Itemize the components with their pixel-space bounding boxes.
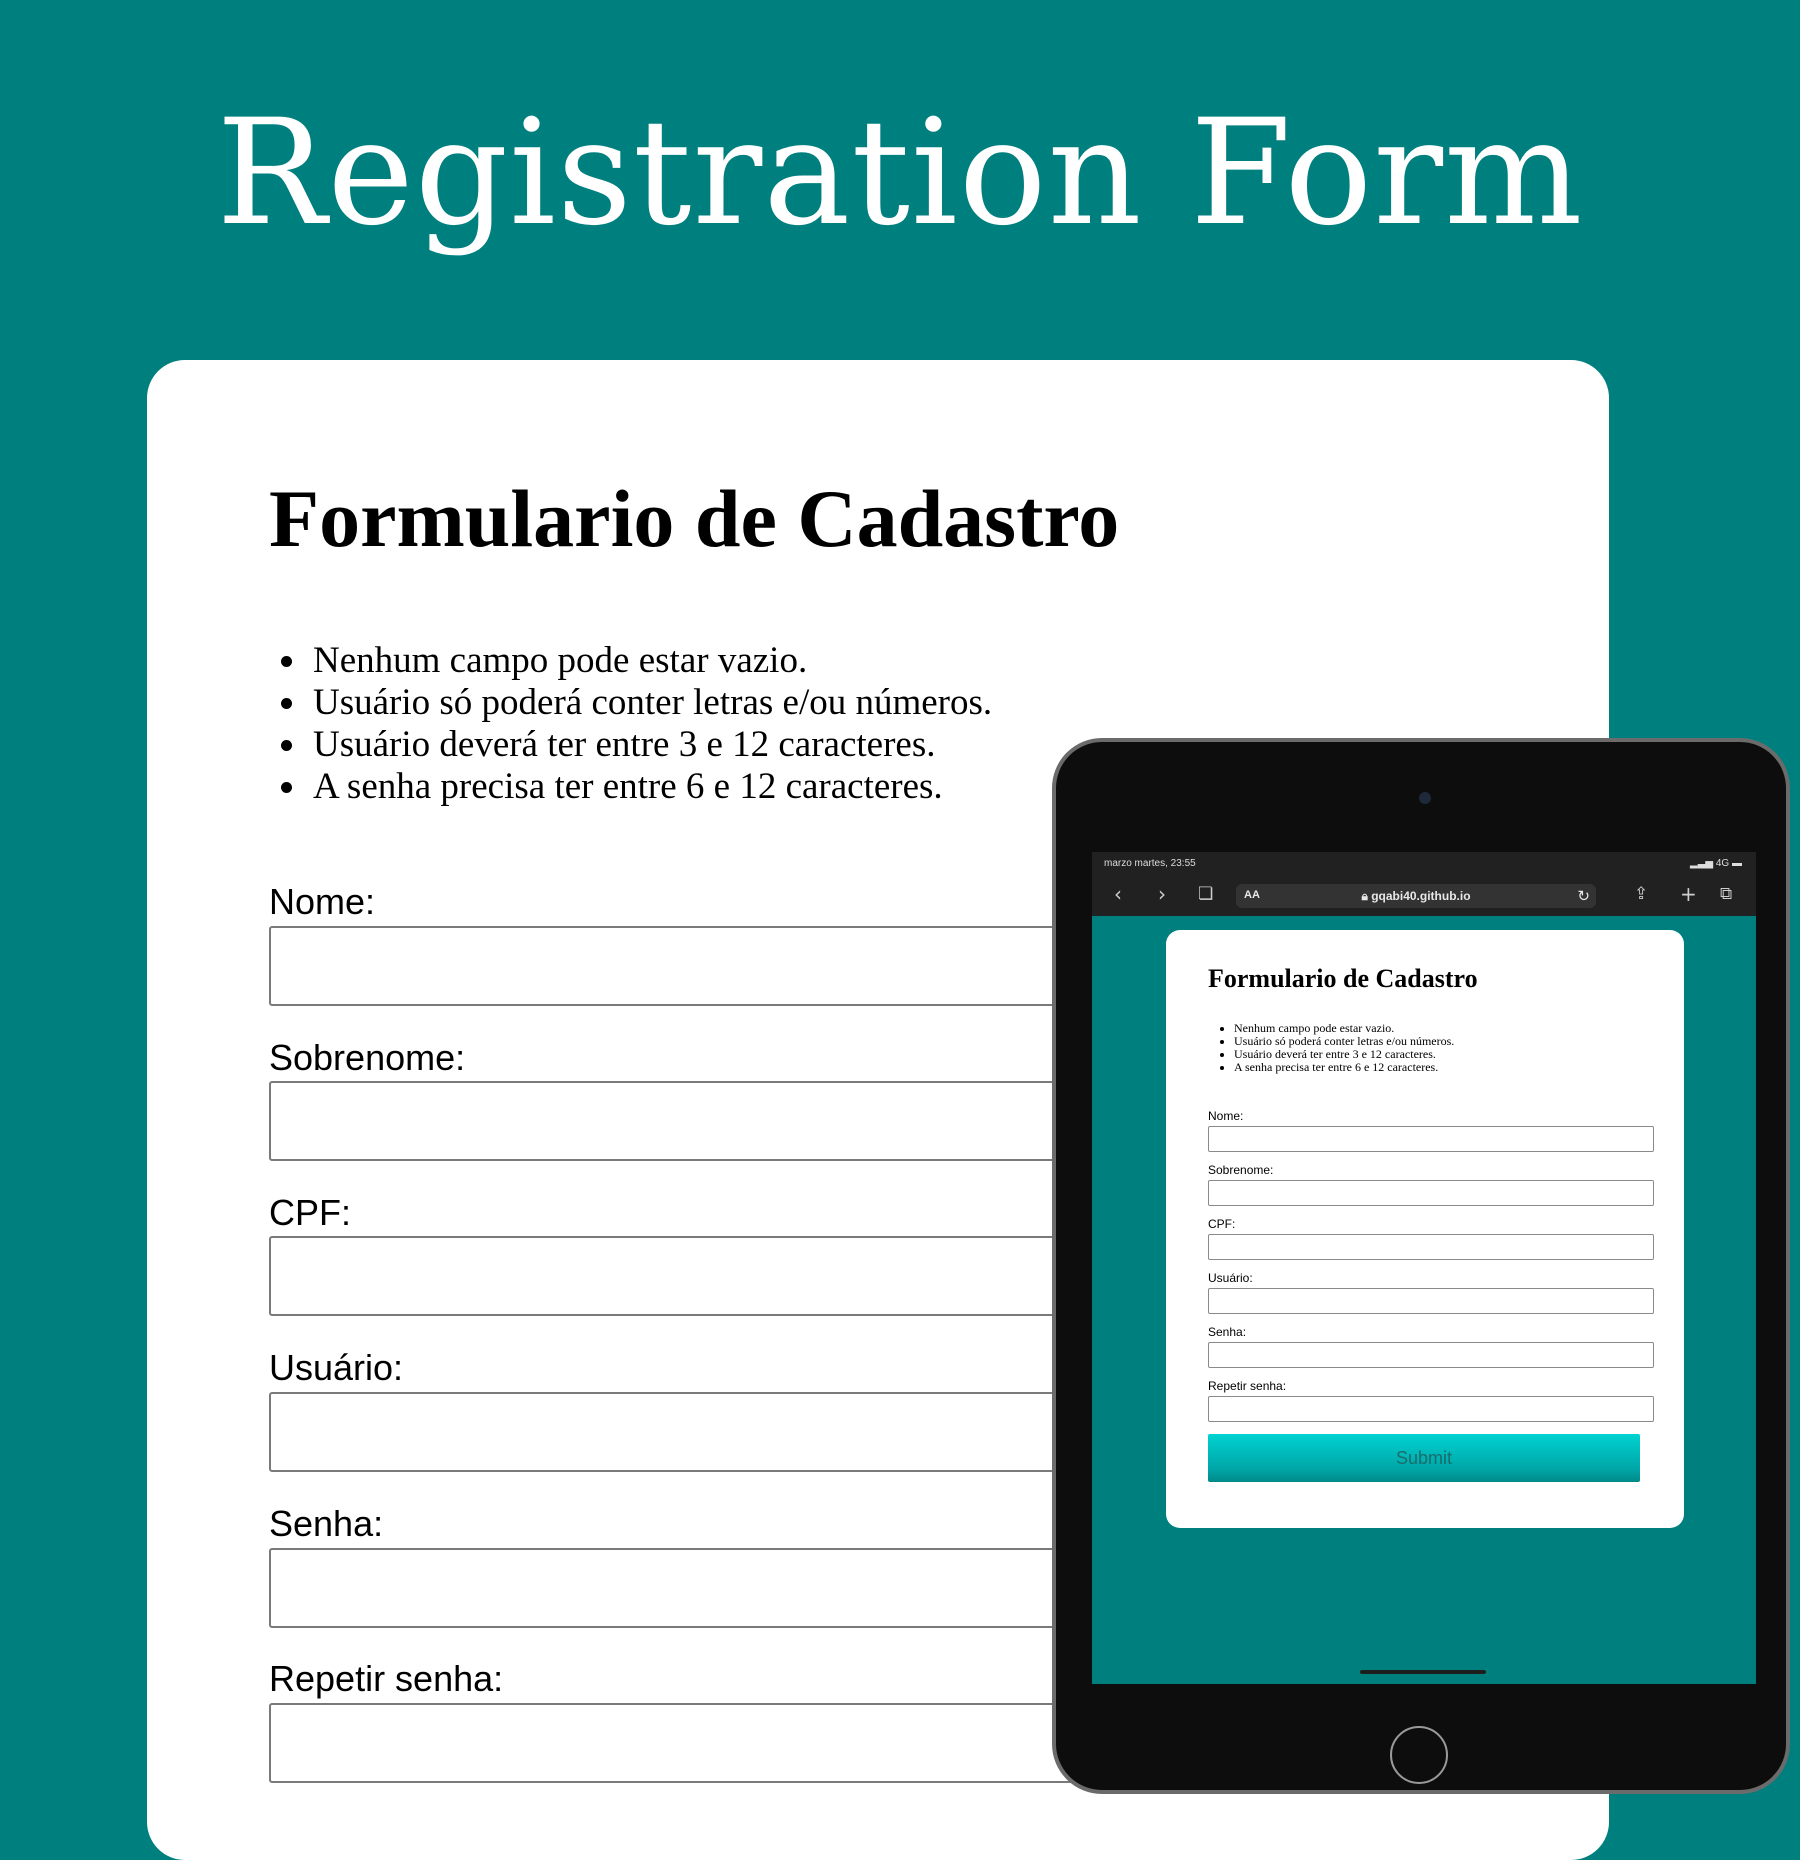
back-icon[interactable]: ‹ xyxy=(1114,884,1122,904)
home-indicator[interactable] xyxy=(1360,1670,1486,1674)
sobrenome-label: Sobrenome: xyxy=(269,1037,466,1078)
form-title: Formulario de Cadastro xyxy=(269,473,1120,564)
rule-item: Usuário deverá ter entre 3 e 12 caracter… xyxy=(309,724,992,766)
reload-icon[interactable]: ↻ xyxy=(1577,887,1590,905)
status-signal: ▂▃▅ 4G ▬ xyxy=(1690,858,1742,869)
mini-senha-input[interactable] xyxy=(1208,1342,1654,1368)
mini-nome-label: Nome: xyxy=(1208,1109,1244,1123)
lock-icon: 🔒︎ xyxy=(1361,889,1368,903)
mini-cpf-label: CPF: xyxy=(1208,1217,1236,1231)
share-icon[interactable]: ⇪ xyxy=(1634,886,1648,903)
mini-repetir-senha-input[interactable] xyxy=(1208,1396,1654,1422)
nome-label: Nome: xyxy=(269,881,376,922)
mini-form-title: Formulario de Cadastro xyxy=(1208,964,1478,993)
status-time: marzo martes, 23:55 xyxy=(1104,858,1196,869)
tabs-icon[interactable]: ⧉ xyxy=(1720,886,1732,903)
usuario-label: Usuário: xyxy=(269,1347,404,1388)
mini-sobrenome-label: Sobrenome: xyxy=(1208,1163,1274,1177)
url-bar[interactable]: AA 🔒︎ gqabi40.github.io ↻ xyxy=(1236,884,1596,908)
cpf-label: CPF: xyxy=(269,1192,352,1233)
url-text: 🔒︎ gqabi40.github.io xyxy=(1236,889,1596,904)
rule-item: Nenhum campo pode estar vazio. xyxy=(309,640,992,682)
banner-title: Registration Form xyxy=(216,88,1584,258)
mini-usuario-input[interactable] xyxy=(1208,1288,1654,1314)
new-tab-icon[interactable]: + xyxy=(1680,884,1697,904)
rule-item: A senha precisa ter entre 6 e 12 caracte… xyxy=(309,766,992,808)
mini-registration-card: Formulario de Cadastro Nenhum campo pode… xyxy=(1166,930,1684,1528)
senha-label: Senha: xyxy=(269,1503,384,1544)
tablet-screen: marzo martes, 23:55 ▂▃▅ 4G ▬ ‹ › ❏ AA 🔒︎… xyxy=(1092,852,1756,1684)
forward-icon[interactable]: › xyxy=(1158,884,1166,904)
camera-icon xyxy=(1419,792,1431,804)
home-button[interactable] xyxy=(1390,1726,1448,1784)
rules-list: Nenhum campo pode estar vazio. Usuário s… xyxy=(269,640,992,808)
mini-repetir-senha-label: Repetir senha: xyxy=(1208,1379,1287,1393)
submit-button[interactable]: Submit xyxy=(1208,1434,1640,1482)
mini-senha-label: Senha: xyxy=(1208,1325,1247,1339)
signal-bars-icon: ▂▃▅ xyxy=(1690,858,1714,869)
rule-item: Usuário só poderá conter letras e/ou núm… xyxy=(309,682,992,724)
mini-nome-input[interactable] xyxy=(1208,1126,1654,1152)
mini-rules-list: Nenhum campo pode estar vazio. Usuário s… xyxy=(1208,1022,1454,1074)
status-bar: marzo martes, 23:55 ▂▃▅ 4G ▬ xyxy=(1092,852,1756,876)
mini-usuario-label: Usuário: xyxy=(1208,1271,1253,1285)
repetir-senha-label: Repetir senha: xyxy=(269,1658,504,1699)
network-label: 4G xyxy=(1715,858,1730,869)
mini-sobrenome-input[interactable] xyxy=(1208,1180,1654,1206)
bookmarks-icon[interactable]: ❏ xyxy=(1198,886,1213,903)
mini-rule-item: A senha precisa ter entre 6 e 12 caracte… xyxy=(1234,1061,1454,1074)
browser-toolbar: ‹ › ❏ AA 🔒︎ gqabi40.github.io ↻ ⇪ + ⧉ xyxy=(1092,876,1756,916)
url-domain: gqabi40.github.io xyxy=(1371,889,1471,903)
battery-icon: ▬ xyxy=(1732,858,1742,869)
tablet-device: marzo martes, 23:55 ▂▃▅ 4G ▬ ‹ › ❏ AA 🔒︎… xyxy=(1052,738,1790,1794)
mini-cpf-input[interactable] xyxy=(1208,1234,1654,1260)
